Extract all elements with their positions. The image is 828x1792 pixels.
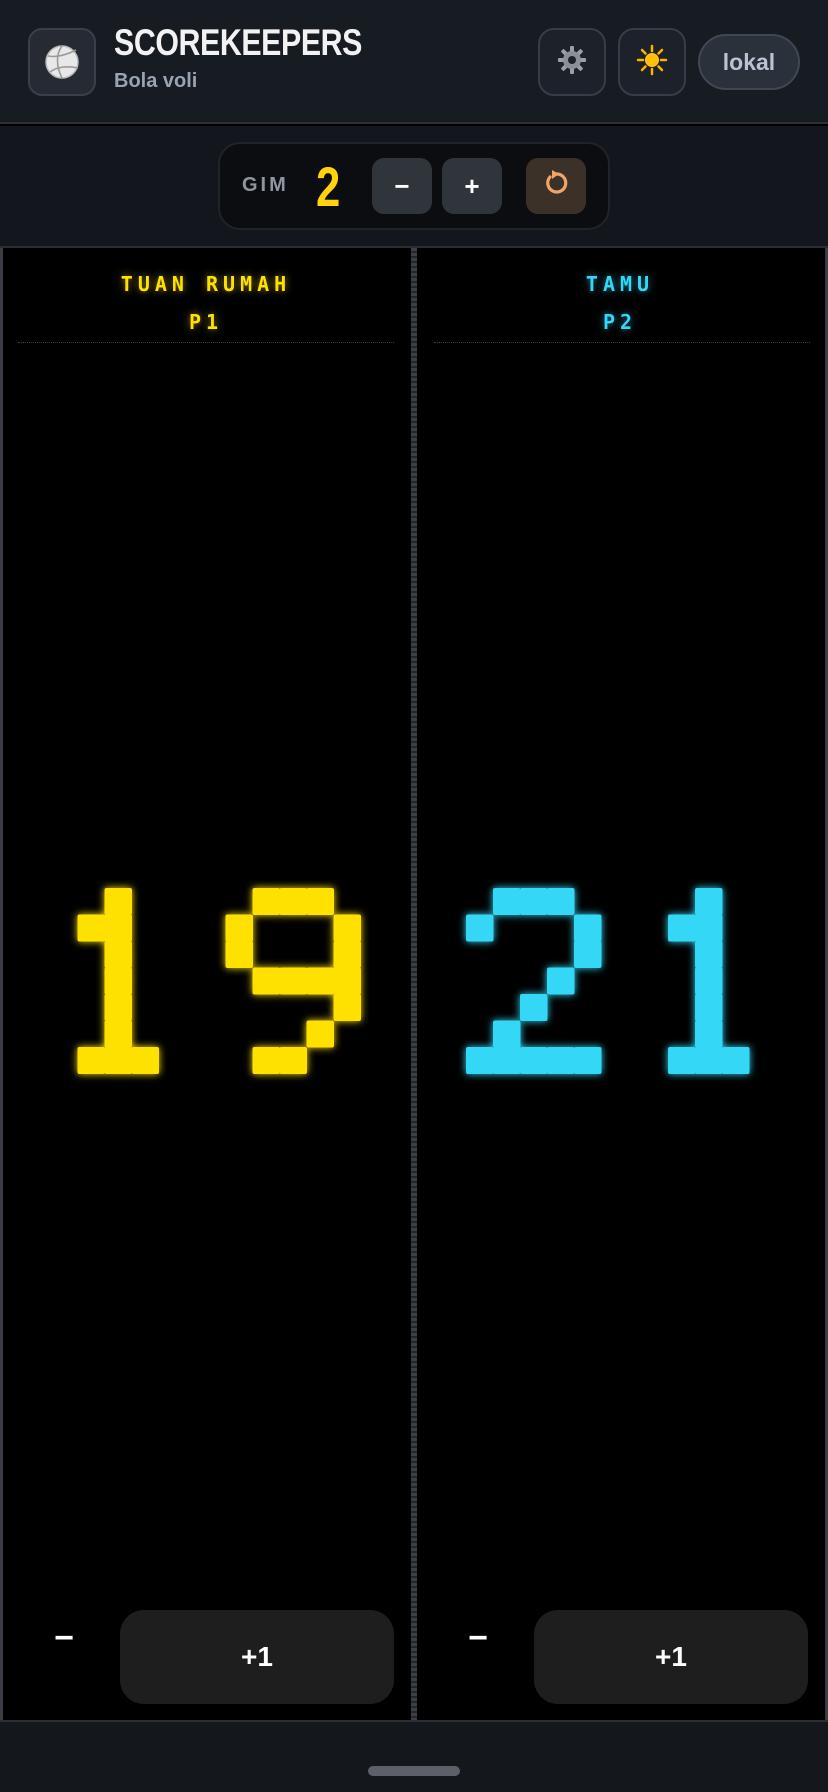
score-pixel bbox=[104, 1047, 132, 1074]
away-minus-button[interactable]: − bbox=[448, 1608, 508, 1668]
score-pixel bbox=[104, 914, 132, 942]
score-pixel bbox=[225, 941, 253, 968]
game-number: 2 bbox=[316, 155, 341, 218]
score-pixel bbox=[695, 914, 723, 942]
gear-icon bbox=[556, 44, 588, 80]
score-pixel bbox=[333, 914, 361, 942]
score-pixel bbox=[493, 888, 521, 915]
away-score-digit-1 bbox=[668, 888, 750, 1074]
score-pixel bbox=[695, 941, 723, 968]
score-pixel bbox=[695, 1047, 723, 1074]
score-pixel bbox=[574, 914, 602, 942]
score-pixel bbox=[520, 1047, 548, 1074]
reset-icon bbox=[542, 169, 570, 204]
score-pixel bbox=[333, 994, 361, 1021]
game-bar: GIM 2 − + bbox=[0, 126, 828, 246]
score-pixel bbox=[695, 1020, 723, 1048]
score-pixel bbox=[520, 994, 548, 1021]
home-score-digit-1 bbox=[77, 888, 159, 1074]
score-pixel bbox=[574, 941, 602, 968]
score-pixel bbox=[306, 1020, 334, 1048]
score-pixel bbox=[77, 914, 105, 942]
sport-subtitle: Bola voli bbox=[114, 70, 198, 92]
score-pixel bbox=[695, 888, 723, 915]
score-pixel bbox=[547, 1047, 575, 1074]
settings-button[interactable] bbox=[538, 28, 606, 96]
score-pixel bbox=[668, 914, 696, 942]
score-pixel bbox=[306, 967, 334, 995]
score-pixel bbox=[225, 914, 253, 942]
score-pixel bbox=[77, 1047, 105, 1074]
reset-button[interactable] bbox=[526, 158, 586, 214]
away-score[interactable] bbox=[417, 248, 825, 1548]
home-minus-button[interactable]: − bbox=[34, 1608, 94, 1668]
bottom-bar bbox=[0, 1722, 828, 1792]
game-increment-button[interactable]: + bbox=[442, 158, 502, 214]
game-label: GIM bbox=[242, 174, 289, 196]
game-counter: GIM 2 − + bbox=[218, 142, 610, 230]
score-pixel bbox=[104, 994, 132, 1021]
score-pixel bbox=[104, 941, 132, 968]
score-pixel bbox=[547, 888, 575, 915]
score-pixel bbox=[574, 1047, 602, 1074]
score-pixel bbox=[279, 888, 307, 915]
score-pixel bbox=[306, 888, 334, 915]
score-pixel bbox=[695, 994, 723, 1021]
score-pixel bbox=[722, 1047, 750, 1074]
away-plus-button[interactable]: +1 bbox=[534, 1610, 808, 1704]
score-pixel bbox=[131, 1047, 159, 1074]
top-bar: SCOREKEEPERS Bola voli lokal bbox=[0, 0, 828, 124]
score-pixel bbox=[493, 1047, 521, 1074]
score-pixel bbox=[252, 888, 280, 915]
mode-button[interactable]: lokal bbox=[698, 34, 800, 90]
score-pixel bbox=[466, 914, 494, 942]
sun-icon bbox=[636, 44, 668, 80]
score-pixel bbox=[493, 1020, 521, 1048]
score-pixel bbox=[279, 967, 307, 995]
score-pixel bbox=[279, 1047, 307, 1074]
home-score[interactable] bbox=[0, 248, 411, 1548]
home-score-digit-9 bbox=[225, 888, 361, 1074]
score-pixel bbox=[668, 1047, 696, 1074]
game-decrement-button[interactable]: − bbox=[372, 158, 432, 214]
score-pixel bbox=[333, 967, 361, 995]
score-pixel bbox=[104, 967, 132, 995]
score-pixel bbox=[547, 967, 575, 995]
scoreboard: TUAN RUMAH P1 − +1 TAMU P2 − +1 bbox=[0, 246, 828, 1722]
away-score-digit-2 bbox=[466, 888, 602, 1074]
home-indicator bbox=[368, 1766, 460, 1776]
home-plus-button[interactable]: +1 bbox=[120, 1610, 394, 1704]
score-pixel bbox=[104, 888, 132, 915]
score-pixel bbox=[252, 967, 280, 995]
score-pixel bbox=[104, 1020, 132, 1048]
score-pixel bbox=[333, 941, 361, 968]
app-title: SCOREKEEPERS bbox=[114, 22, 362, 63]
volleyball-icon[interactable] bbox=[28, 28, 96, 96]
score-pixel bbox=[252, 1047, 280, 1074]
theme-toggle-button[interactable] bbox=[618, 28, 686, 96]
score-pixel bbox=[520, 888, 548, 915]
score-pixel bbox=[466, 1047, 494, 1074]
score-pixel bbox=[695, 967, 723, 995]
